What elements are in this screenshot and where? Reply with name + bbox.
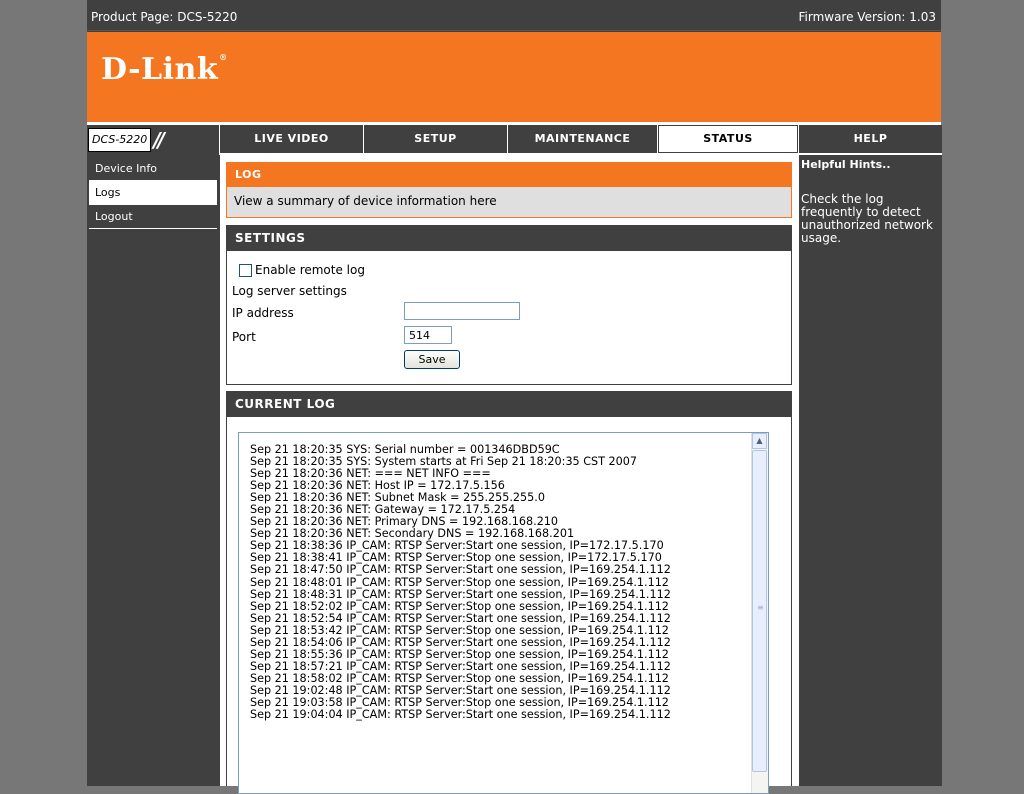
current-log-title: CURRENT LOG — [227, 392, 791, 417]
help-column: Helpful Hints.. Check the log frequently… — [798, 155, 942, 786]
tab-setup[interactable]: SETUP — [363, 125, 507, 155]
ip-address-label: IP address — [232, 306, 294, 320]
help-text: Check the log frequently to detect unaut… — [801, 192, 933, 245]
product-page-label: Product Page: DCS-5220 — [91, 10, 238, 24]
top-info-bar: Product Page: DCS-5220 Firmware Version:… — [87, 4, 941, 31]
tab-help[interactable]: HELP — [798, 125, 942, 155]
logo-text: D-Link — [101, 52, 219, 87]
tab-status[interactable]: STATUS — [657, 125, 798, 155]
sidebar-item-logout[interactable]: Logout — [89, 205, 217, 229]
log-section-description: View a summary of device information her… — [234, 194, 497, 208]
enable-remote-log-checkbox[interactable] — [239, 264, 252, 277]
tab-live-video[interactable]: LIVE VIDEO — [219, 125, 363, 155]
log-scrollbar[interactable]: ▲ ≡ — [751, 433, 768, 793]
enable-remote-log-row: Enable remote log — [239, 263, 365, 277]
port-input[interactable]: 514 — [404, 326, 452, 344]
enable-remote-log-label: Enable remote log — [255, 263, 365, 277]
scroll-grip-icon: ≡ — [757, 603, 764, 612]
log-section-title: LOG — [227, 163, 791, 187]
ip-address-input[interactable] — [404, 302, 520, 320]
save-button[interactable]: Save — [404, 350, 460, 369]
log-section: LOG View a summary of device information… — [226, 162, 792, 218]
main-content: LOG View a summary of device information… — [220, 155, 798, 794]
dlink-logo: D-Link® — [101, 52, 228, 87]
tab-maintenance[interactable]: MAINTENANCE — [507, 125, 657, 155]
scrollbar-thumb[interactable]: ≡ — [752, 450, 767, 772]
sidebar-item-logs[interactable]: Logs — [89, 181, 217, 205]
model-badge: DCS-5220 // — [87, 125, 219, 155]
settings-title: SETTINGS — [227, 226, 791, 251]
log-lines: Sep 21 18:20:35 SYS: Serial number = 001… — [250, 443, 671, 722]
log-textarea[interactable]: Sep 21 18:20:35 SYS: Serial number = 001… — [238, 432, 769, 794]
port-label: Port — [232, 330, 256, 344]
registered-mark: ® — [219, 52, 228, 62]
sidebar-item-device-info[interactable]: Device Info — [89, 157, 217, 181]
model-slash-decoration: // — [153, 128, 164, 152]
brand-banner: D-Link® — [87, 32, 941, 122]
page-frame: Product Page: DCS-5220 Firmware Version:… — [87, 0, 942, 794]
firmware-version-label: Firmware Version: 1.03 — [798, 10, 936, 24]
settings-section: SETTINGS Enable remote log Log server se… — [226, 225, 792, 385]
log-server-settings-label: Log server settings — [232, 284, 347, 298]
current-log-section: CURRENT LOG Sep 21 18:20:35 SYS: Serial … — [226, 391, 792, 794]
model-name: DCS-5220 — [88, 128, 152, 152]
main-nav: DCS-5220 // LIVE VIDEO SETUP MAINTENANCE… — [87, 125, 942, 155]
sidebar: Device Info Logs Logout — [87, 157, 219, 229]
help-title: Helpful Hints.. — [801, 158, 891, 171]
chevron-up-icon[interactable]: ▲ — [752, 433, 767, 449]
